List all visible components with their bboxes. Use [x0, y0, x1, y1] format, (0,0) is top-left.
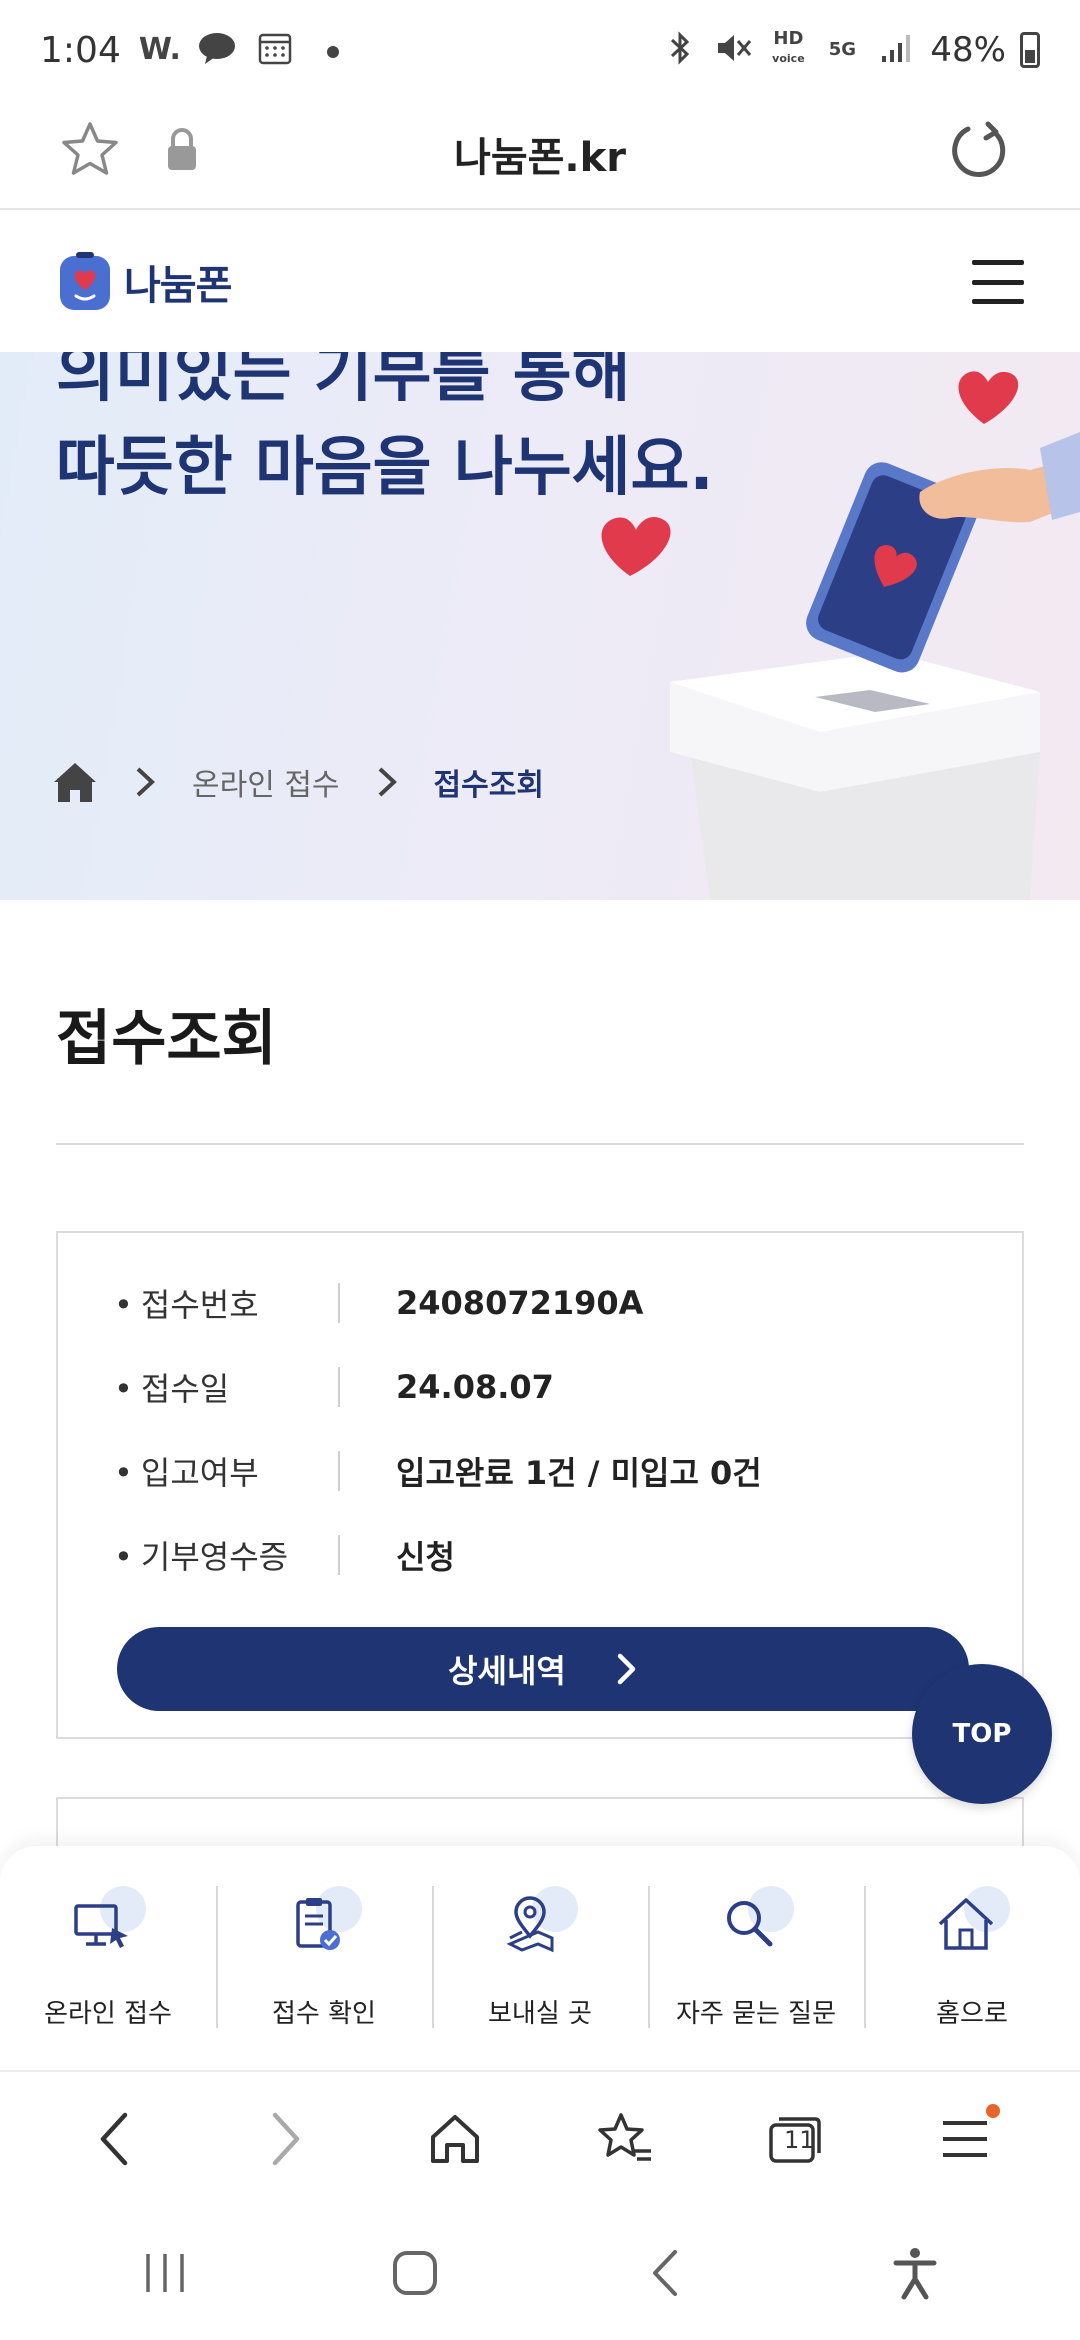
quick-menu-label: 접수 확인: [272, 1999, 376, 2029]
accessibility-icon: [893, 2248, 937, 2300]
back-button[interactable]: [80, 2104, 150, 2174]
home-square-icon: [393, 2251, 437, 2295]
donation-receipt-row: 기부영수증 신청: [114, 1525, 974, 1585]
logo-phone-heart-icon: [60, 252, 110, 310]
bookmarks-button[interactable]: [590, 2104, 660, 2174]
breadcrumb-online-reception[interactable]: 온라인 접수: [192, 760, 340, 804]
5g-icon: 5G: [828, 39, 857, 60]
bookmarks-icon: [598, 2113, 651, 2161]
back-icon: [100, 2112, 128, 2166]
scroll-top-button[interactable]: TOP: [912, 1664, 1052, 1804]
w-app-icon: W.: [138, 32, 181, 67]
map-pin-icon: [502, 1886, 578, 1962]
title-divider: [56, 1143, 1024, 1145]
chat-bubble-icon: [197, 30, 237, 70]
donation-box-illustration: [601, 371, 1080, 900]
battery-icon: [1020, 32, 1040, 68]
bookmark-star-icon[interactable]: [58, 118, 122, 182]
breadcrumb-current: 접수조회: [433, 768, 544, 803]
tabs-button[interactable]: 11: [760, 2104, 830, 2174]
row-divider: [338, 1451, 340, 1491]
stock-status-value: 입고완료 1건 / 미입고 0건: [396, 1454, 762, 1492]
receipt-info-card: 접수번호 2408072190A 접수일 24.08.07 입고여부 입고완료 …: [56, 1231, 1024, 1739]
stock-status-row: 입고여부 입고완료 1건 / 미입고 0건: [114, 1441, 974, 1501]
quick-menu-label: 보내실 곳: [488, 1999, 592, 2029]
monitor-cursor-icon: [70, 1886, 146, 1962]
lock-icon[interactable]: [164, 126, 200, 174]
back-icon: [653, 2250, 677, 2296]
forward-icon: [272, 2112, 300, 2166]
quick-menu-online-reception[interactable]: 온라인 접수: [0, 1886, 216, 2030]
quick-menu-destination[interactable]: 보내실 곳: [432, 1886, 648, 2030]
browser-url-bar: 나눔폰.kr: [0, 100, 1080, 210]
accessibility-button[interactable]: [880, 2238, 950, 2308]
status-bar: 1:04 W. HD voice 5G 48%: [0, 0, 1080, 100]
quick-menu-label: 온라인 접수: [44, 1999, 172, 2029]
quick-menu: 온라인 접수 접수 확인 보내실 곳 자주 묻는 질문 홈으로: [0, 1846, 1080, 2070]
dot-icon: [313, 30, 353, 70]
clock: 1:04: [40, 29, 121, 71]
forward-button[interactable]: [250, 2104, 320, 2174]
receipt-number-value: 2408072190A: [396, 1284, 644, 1322]
clipboard-check-icon: [286, 1886, 362, 1962]
home-icon: [431, 2115, 479, 2163]
browser-toolbar: 11: [0, 2070, 1080, 2206]
menu-icon: [943, 2121, 987, 2157]
page-title: 접수조회: [56, 1004, 277, 1074]
tab-count: 11: [784, 2126, 815, 2154]
recent-apps-icon: [146, 2254, 184, 2292]
chevron-right-icon: [617, 1653, 636, 1685]
status-right: HD voice 5G 48%: [660, 30, 1040, 70]
hero-banner: 의미있는 기부를 통해 따듯한 마음을 나누세요. 온라인 접수 접수조회: [0, 352, 1080, 900]
browser-home-button[interactable]: [420, 2104, 490, 2174]
stock-status-label: 입고여부: [114, 1448, 338, 1494]
row-divider: [338, 1535, 340, 1575]
signal-icon: [876, 30, 916, 70]
battery-percent: 48%: [930, 30, 1006, 70]
android-nav-bar: [0, 2206, 1080, 2340]
donation-receipt-label: 기부영수증: [114, 1532, 338, 1578]
row-divider: [338, 1283, 340, 1323]
receipt-date-value: 24.08.07: [396, 1368, 554, 1406]
browser-menu-button[interactable]: [930, 2104, 1000, 2174]
chevron-right-icon: [136, 767, 155, 797]
receipt-date-label: 접수일: [114, 1364, 338, 1410]
url-text[interactable]: 나눔폰.kr: [454, 125, 626, 183]
recent-apps-button[interactable]: [130, 2238, 200, 2308]
mute-icon: [714, 30, 754, 70]
breadcrumb: 온라인 접수 접수조회: [52, 760, 544, 804]
donation-receipt-value: 신청: [396, 1538, 455, 1576]
android-back-button[interactable]: [630, 2238, 700, 2308]
quick-menu-label: 홈으로: [936, 1999, 1008, 2029]
notification-dot: [986, 2104, 1000, 2118]
breadcrumb-home-icon[interactable]: [52, 760, 98, 804]
calendar-icon: [255, 30, 295, 70]
quick-menu-label: 자주 묻는 질문: [675, 1999, 837, 2029]
hero-headline-line1: 의미있는 기부를 통해: [56, 352, 631, 411]
status-left: 1:04 W.: [40, 30, 353, 71]
detail-button-label: 상세내역: [448, 1652, 566, 1690]
android-home-button[interactable]: [380, 2238, 450, 2308]
site-logo[interactable]: 나눔폰: [56, 250, 232, 314]
chevron-right-icon: [378, 767, 397, 797]
hamburger-menu-button[interactable]: [972, 260, 1024, 304]
hd-voice-icon: HD voice: [772, 28, 805, 66]
site-header: 나눔폰: [0, 212, 1080, 352]
bluetooth-icon: [660, 30, 700, 70]
quick-menu-home[interactable]: 홈으로: [864, 1886, 1080, 2030]
search-icon: [718, 1886, 794, 1962]
quick-menu-reception-check[interactable]: 접수 확인: [216, 1886, 432, 2030]
quick-menu-faq[interactable]: 자주 묻는 질문: [648, 1886, 864, 2030]
receipt-date-row: 접수일 24.08.07: [114, 1357, 974, 1417]
receipt-number-row: 접수번호 2408072190A: [114, 1273, 974, 1333]
receipt-number-label: 접수번호: [114, 1280, 338, 1326]
row-divider: [338, 1367, 340, 1407]
reload-icon[interactable]: [944, 116, 1014, 186]
home-icon: [934, 1886, 1010, 1962]
logo-text: 나눔폰: [124, 263, 232, 309]
detail-button[interactable]: 상세내역: [117, 1627, 969, 1711]
